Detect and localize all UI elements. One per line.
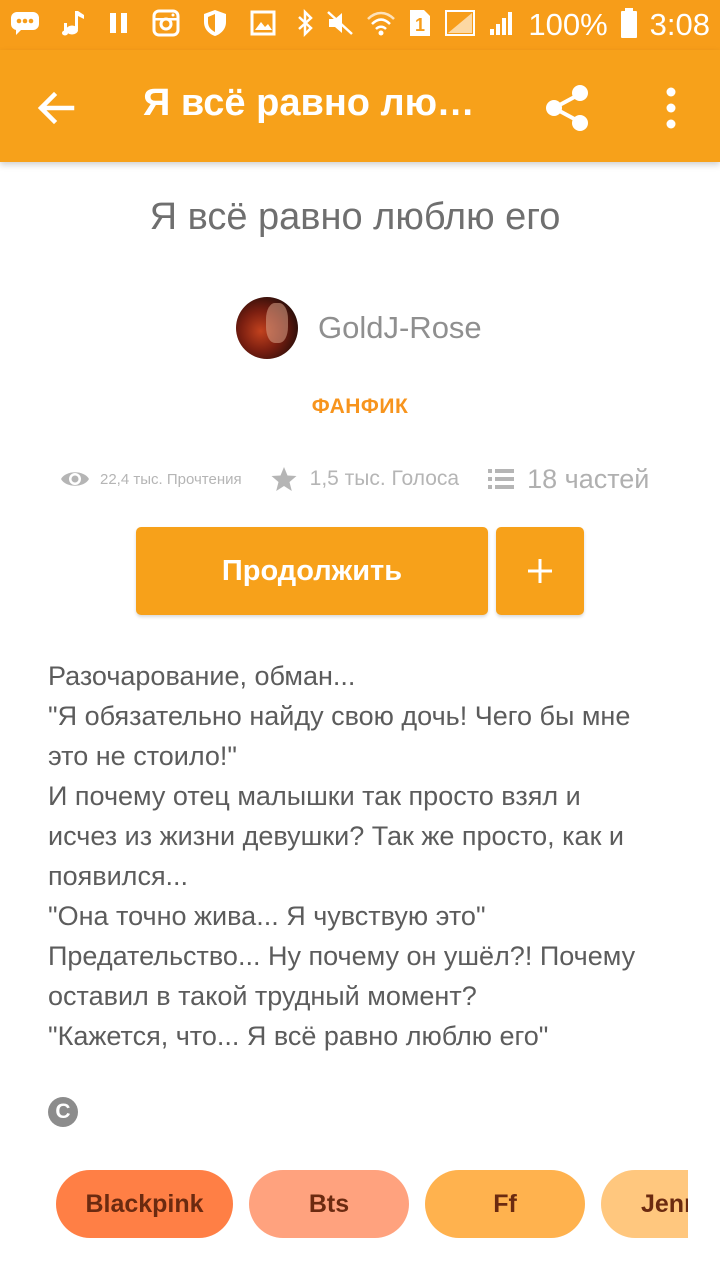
continue-reading-button[interactable]: Продолжить	[136, 527, 488, 615]
mute-icon	[326, 9, 354, 42]
description-line: Разочарование, обман...	[48, 661, 356, 691]
tags-scroller[interactable]: Blackpink Bts Ff Jenn	[0, 1170, 688, 1240]
description-line: "Я обязательно найду свою дочь! Чего бы …	[48, 701, 631, 731]
reads-stat: 22,4 тыс. Прочтения	[60, 468, 242, 490]
tag-chip[interactable]: Jenn	[601, 1170, 688, 1238]
arrow-back-icon	[37, 91, 75, 125]
author-link[interactable]: GoldJ-Rose	[236, 296, 482, 360]
app-bar-title: Я всё равно любл...	[143, 82, 493, 124]
description-line: "Она точно жива... Я чувствую это"	[48, 901, 486, 931]
bluetooth-icon	[296, 8, 314, 42]
category-label[interactable]: ФАНФИК	[0, 395, 720, 419]
clock: 3:08	[649, 7, 710, 42]
avatar[interactable]	[236, 297, 298, 359]
tag-chip[interactable]: Blackpink	[56, 1170, 233, 1238]
description-line: это не стоило!"	[48, 741, 238, 771]
shield-icon	[202, 9, 228, 42]
copyright-icon[interactable]: C	[48, 1097, 78, 1127]
description-line: появился...	[48, 861, 189, 891]
more-options-button[interactable]	[656, 84, 686, 132]
svg-text:1: 1	[415, 15, 425, 35]
description-line: Предательство... Ну почему он ушёл?! Поч…	[48, 941, 636, 971]
add-to-library-button[interactable]	[496, 527, 584, 615]
instagram-icon	[152, 9, 180, 42]
votes-count: 1,5 тыс. Голоса	[309, 467, 460, 490]
description-line: И почему отец малышки так просто взял и	[48, 781, 581, 811]
parts-stat[interactable]: 18 частей	[487, 464, 649, 495]
story-title: Я всё равно люблю его	[149, 196, 561, 238]
description-line: исчез из жизни девушки? Так же просто, к…	[48, 821, 624, 851]
wifi-icon	[366, 9, 396, 42]
status-bar: 1 100% 3:08	[0, 0, 720, 50]
share-icon	[546, 85, 588, 131]
description-line: "Кажется, что... Я всё равно люблю его"	[48, 1021, 549, 1051]
battery-icon	[620, 7, 638, 44]
reads-count: 22,4 тыс. Прочтения	[100, 470, 242, 488]
signal-sim1-icon	[444, 9, 476, 42]
gallery-icon	[250, 10, 276, 41]
description-line: оставил в такой трудный момент?	[48, 981, 477, 1011]
app-bar: Я всё равно любл...	[0, 50, 720, 162]
author-name[interactable]: GoldJ-Rose	[318, 310, 482, 346]
votes-stat: 1,5 тыс. Голоса	[270, 465, 459, 493]
story-stats: 22,4 тыс. Прочтения 1,5 тыс. Голоса 18 ч…	[60, 458, 649, 500]
eye-icon	[61, 472, 89, 486]
plus-icon	[528, 559, 552, 583]
story-description: Разочарование, обман... "Я обязательно н…	[48, 656, 688, 1056]
sim-one-icon: 1	[408, 8, 432, 43]
tag-chip[interactable]: Bts	[249, 1170, 409, 1238]
chat-notification-icon	[10, 10, 40, 41]
music-note-icon	[62, 9, 86, 42]
parts-count[interactable]: 18 частей	[527, 464, 649, 495]
back-button[interactable]	[32, 84, 80, 132]
pause-icon	[108, 11, 130, 40]
tag-chip[interactable]: Ff	[425, 1170, 585, 1238]
signal-sim2-icon	[488, 9, 516, 42]
share-button[interactable]	[540, 80, 596, 136]
list-icon	[488, 469, 515, 489]
more-vert-icon	[666, 87, 676, 129]
battery-percent: 100%	[528, 7, 608, 42]
star-icon	[271, 467, 297, 491]
